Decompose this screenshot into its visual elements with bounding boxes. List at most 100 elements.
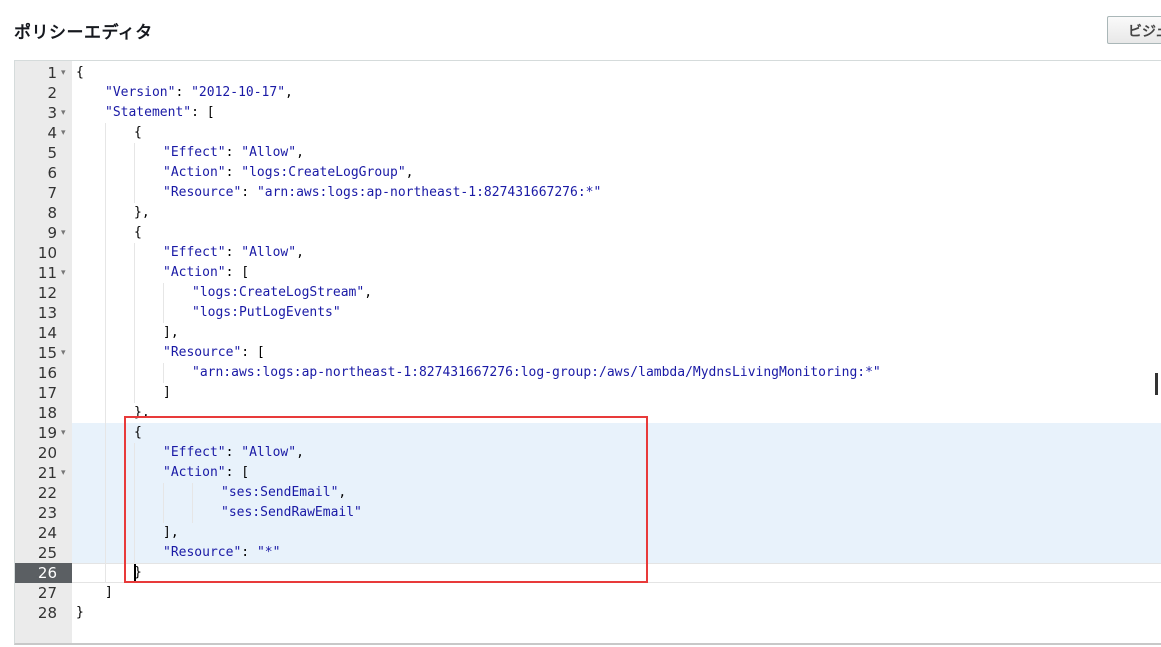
code-line[interactable]: 17] [15, 383, 1161, 403]
indent-guide [105, 343, 106, 363]
code-line[interactable]: 3 ▾ "Statement": [ [15, 103, 1161, 123]
json-punctuation: { [134, 125, 142, 140]
indent-guide [105, 223, 106, 243]
fold-toggle-icon[interactable]: ▾ [61, 263, 66, 283]
fold-toggle-icon[interactable]: ▾ [61, 423, 66, 443]
json-punctuation: : [225, 145, 242, 160]
json-punctuation: { [76, 65, 84, 80]
line-number: 28 [37, 604, 57, 622]
json-string: "2012-10-17" [191, 85, 286, 100]
code-text: { [134, 123, 142, 143]
code-line[interactable]: 11 ▾ "Action": [ [15, 263, 1161, 283]
line-number: 3 [47, 104, 57, 122]
line-number: 9 [47, 224, 57, 242]
code-text: "Action": "logs:CreateLogGroup", [163, 163, 413, 183]
code-line[interactable]: 1 ▾ { [15, 63, 1161, 83]
code-line[interactable]: 28} [15, 603, 1161, 623]
fold-toggle-icon[interactable]: ▾ [61, 123, 66, 143]
json-punctuation: : [ [191, 105, 215, 120]
line-number: 14 [37, 324, 57, 342]
indent-guide [105, 463, 106, 483]
code-line[interactable]: 2 "Version": "2012-10-17", [15, 83, 1161, 103]
code-text: } [76, 603, 84, 623]
code-text: "Version": "2012-10-17", [105, 83, 293, 103]
json-string: "logs:PutLogEvents" [192, 305, 341, 320]
json-punctuation: }, [134, 405, 150, 420]
fold-toggle-icon[interactable]: ▾ [61, 463, 66, 483]
code-text: "Effect": "Allow", [163, 443, 304, 463]
visual-editor-tab-button[interactable]: ビジュ [1107, 16, 1161, 44]
code-text: { [134, 223, 142, 243]
json-punctuation: : [225, 165, 242, 180]
line-number: 22 [37, 484, 57, 502]
indent-guide [134, 503, 135, 523]
code-line[interactable]: 27] [15, 583, 1161, 603]
json-punctuation: , [285, 85, 293, 100]
indent-guide [105, 323, 106, 343]
line-number: 5 [47, 144, 57, 162]
json-string: "ses:SendEmail" [221, 485, 339, 500]
code-line[interactable]: 25 "Resource": "*" [15, 543, 1161, 563]
code-line[interactable]: 4 ▾ { [15, 123, 1161, 143]
fold-toggle-icon[interactable]: ▾ [61, 223, 66, 243]
code-line[interactable]: 13 "logs:PutLogEvents" [15, 303, 1161, 323]
code-text: "ses:SendRawEmail" [221, 503, 362, 523]
code-line[interactable]: 10 "Effect": "Allow", [15, 243, 1161, 263]
code-line[interactable]: 16 "arn:aws:logs:ap-northeast-1:827431667… [15, 363, 1161, 383]
indent-guide [134, 543, 135, 563]
indent-guide [163, 503, 164, 523]
code-line[interactable]: 12 "logs:CreateLogStream", [15, 283, 1161, 303]
code-text: }, [134, 403, 150, 423]
line-number: 4 [47, 124, 57, 142]
indent-guide [105, 403, 106, 423]
indent-guide [134, 463, 135, 483]
code-line[interactable]: 8}, [15, 203, 1161, 223]
json-punctuation: ], [163, 325, 179, 340]
code-line[interactable]: 24], [15, 523, 1161, 543]
code-text: "Action": [ [163, 263, 249, 283]
json-punctuation: : [ [225, 465, 250, 480]
line-number: 20 [37, 444, 57, 462]
code-text: { [134, 423, 142, 443]
json-key: "Action" [163, 265, 226, 280]
indent-guide [192, 483, 193, 503]
json-key: "Version" [105, 85, 176, 100]
policy-json-editor[interactable]: 1 ▾{2 "Version": "2012-10-17", 3 ▾ "Statement… [14, 60, 1161, 645]
json-string: "arn:aws:logs:ap-northeast-1:82743166727… [256, 185, 602, 200]
code-line[interactable]: 18}, [15, 403, 1161, 423]
code-line[interactable]: 7 "Resource": "arn:aws:logs:ap-northeast-… [15, 183, 1161, 203]
indent-guide [105, 423, 106, 443]
code-line[interactable]: 5 "Effect": "Allow", [15, 143, 1161, 163]
code-line[interactable]: 9 ▾ { [15, 223, 1161, 243]
indent-guide [134, 523, 135, 543]
page-title: ポリシーエディタ [14, 23, 153, 43]
scrollbar-marker[interactable] [1155, 373, 1158, 395]
indent-guide [105, 243, 106, 263]
indent-guide [134, 143, 135, 163]
indent-guide [105, 163, 106, 183]
json-punctuation: : [175, 85, 192, 100]
json-punctuation: , [296, 145, 304, 160]
code-text: "logs:PutLogEvents" [192, 303, 341, 323]
indent-guide [163, 283, 164, 303]
code-line[interactable]: 19 ▾ { [15, 423, 1161, 443]
code-line[interactable]: 6 "Action": "logs:CreateLogGroup", [15, 163, 1161, 183]
line-number: 8 [47, 204, 57, 222]
code-line[interactable]: 14], [15, 323, 1161, 343]
fold-toggle-icon[interactable]: ▾ [61, 103, 66, 123]
code-line[interactable]: 22 "ses:SendEmail", [15, 483, 1161, 503]
json-punctuation: ] [105, 585, 113, 600]
indent-guide [105, 143, 106, 163]
fold-toggle-icon[interactable]: ▾ [61, 63, 66, 83]
line-number: 7 [47, 184, 57, 202]
code-line[interactable]: 20 "Effect": "Allow", [15, 443, 1161, 463]
code-line[interactable]: 26} [15, 563, 1161, 583]
code-line[interactable]: 15 ▾ "Resource": [ [15, 343, 1161, 363]
indent-guide [163, 303, 164, 323]
fold-toggle-icon[interactable]: ▾ [61, 343, 66, 363]
code-line[interactable]: 23 "ses:SendRawEmail" [15, 503, 1161, 523]
line-number: 27 [37, 584, 57, 602]
indent-guide [134, 443, 135, 463]
json-punctuation: : [ [225, 265, 250, 280]
code-line[interactable]: 21 ▾ "Action": [ [15, 463, 1161, 483]
